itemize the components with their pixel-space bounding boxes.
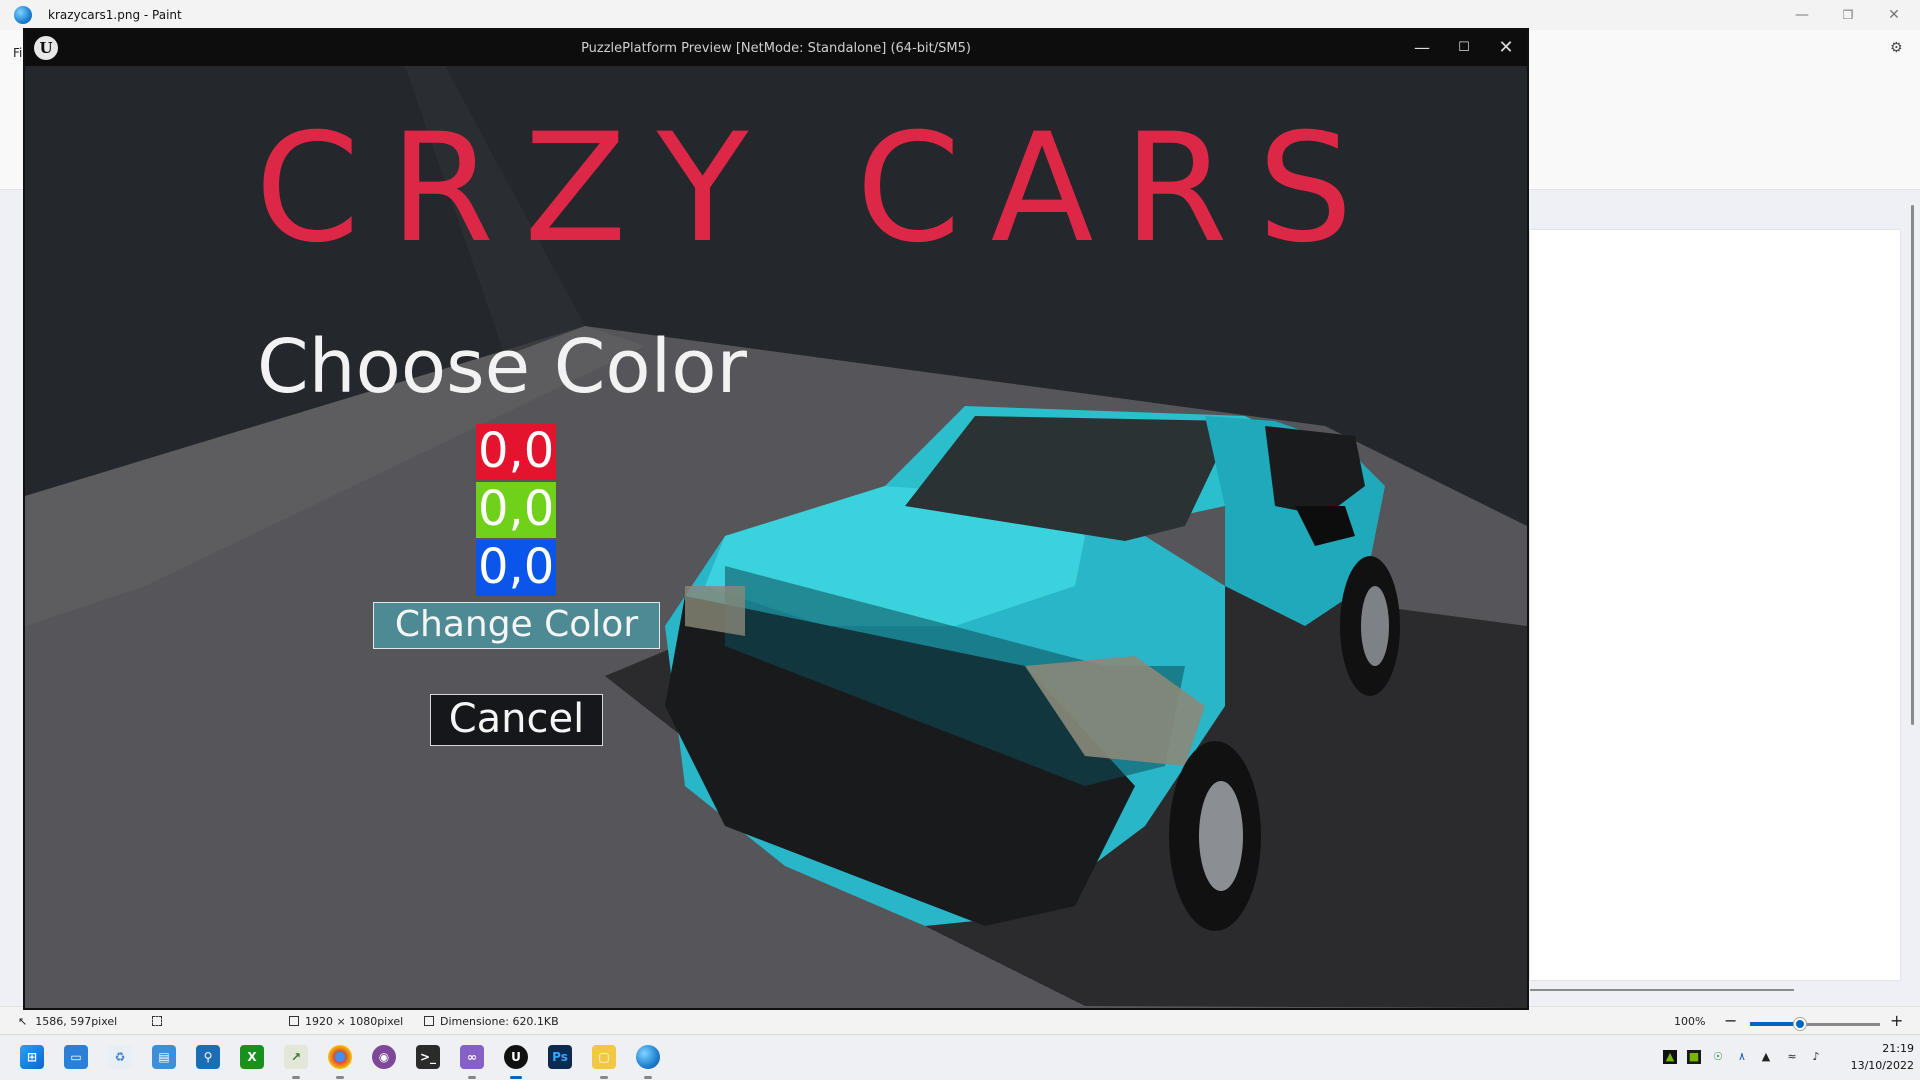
minimize-button[interactable]: — bbox=[1405, 36, 1439, 60]
unreal-window-title: PuzzlePlatform Preview [NetMode: Standal… bbox=[581, 41, 971, 56]
app-running-indicator bbox=[600, 1076, 608, 1079]
clock-date[interactable]: 13/10/2022 bbox=[1842, 1059, 1914, 1072]
paint-minimize-button[interactable]: — bbox=[1782, 4, 1822, 26]
profile-share-icon[interactable]: ⚙ bbox=[1890, 40, 1908, 58]
paint-close-button[interactable]: ✕ bbox=[1874, 4, 1914, 26]
zoom-in-button[interactable]: + bbox=[1890, 1011, 1903, 1030]
photoshop-icon[interactable]: Ps bbox=[548, 1045, 572, 1069]
app-running-indicator bbox=[468, 1076, 476, 1079]
unreal-titlebar[interactable]: U PuzzlePlatform Preview [NetMode: Stand… bbox=[25, 30, 1527, 66]
taskbar: ⊞ ▭ ♻ ▤ ⚲ X ↗ ◉ >_ ∞ U Ps ▢ ▲ ■ ☉ ۸ ▲ ≈ … bbox=[0, 1034, 1920, 1080]
paint-maximize-button[interactable]: ❐ bbox=[1828, 4, 1868, 26]
paint-statusbar: ↖ 1586, 597pixel 1920 × 1080pixel Dimensi… bbox=[0, 1006, 1920, 1034]
app-running-indicator bbox=[292, 1076, 300, 1079]
terminal-icon[interactable]: >_ bbox=[416, 1045, 440, 1069]
nvidia-icon[interactable]: ▲ bbox=[1663, 1050, 1677, 1064]
zoom-out-button[interactable]: − bbox=[1724, 1011, 1737, 1030]
visual-studio-icon[interactable]: ∞ bbox=[460, 1045, 484, 1069]
unreal-preview-window: U PuzzlePlatform Preview [NetMode: Stand… bbox=[23, 28, 1529, 1010]
disk-icon bbox=[424, 1016, 434, 1026]
file-size: Dimensione: 620.1KB bbox=[424, 1015, 559, 1028]
paint-canvas[interactable] bbox=[1530, 230, 1900, 980]
choose-color-heading: Choose Color bbox=[257, 324, 747, 410]
app-running-indicator bbox=[336, 1076, 344, 1079]
cursor-icon: ↖ bbox=[18, 1015, 28, 1028]
game-title: CRZY CARS bbox=[255, 102, 1383, 276]
paint-vertical-scrollbar[interactable] bbox=[1911, 205, 1914, 725]
desktop-icon[interactable]: ▭ bbox=[64, 1045, 88, 1069]
change-color-button[interactable]: Change Color bbox=[373, 602, 660, 649]
zoom-slider-thumb[interactable] bbox=[1794, 1018, 1806, 1030]
unreal-engine-icon[interactable]: U bbox=[504, 1045, 528, 1069]
zoom-slider-fill bbox=[1750, 1022, 1799, 1026]
maximize-button[interactable]: ☐ bbox=[1447, 36, 1481, 60]
cursor-position-text: 1586, 597pixel bbox=[35, 1015, 118, 1028]
app-active-indicator bbox=[510, 1076, 522, 1079]
paint-icon[interactable] bbox=[636, 1045, 660, 1069]
chart-app-icon[interactable]: ↗ bbox=[284, 1045, 308, 1069]
security-icon[interactable]: ☉ bbox=[1711, 1050, 1725, 1064]
zoom-level: 100% bbox=[1674, 1015, 1706, 1028]
paint-horizontal-scrollbar[interactable] bbox=[1530, 989, 1794, 991]
search-magnifier-icon[interactable]: ⚲ bbox=[196, 1045, 220, 1069]
volume-icon[interactable]: ♪ bbox=[1809, 1050, 1823, 1064]
image-size: 1920 × 1080pixel bbox=[289, 1015, 403, 1028]
blue-value-input[interactable]: 0,0 bbox=[476, 540, 556, 596]
xbox-icon[interactable]: X bbox=[240, 1045, 264, 1069]
selection-icon bbox=[152, 1015, 168, 1028]
canvas-size-icon bbox=[289, 1016, 299, 1026]
tor-icon[interactable]: ◉ bbox=[372, 1045, 396, 1069]
cpu-icon[interactable]: ■ bbox=[1687, 1050, 1701, 1064]
paint-titlebar: krazycars1.png - Paint — ❐ ✕ bbox=[0, 0, 1920, 30]
app-running-indicator bbox=[644, 1076, 652, 1079]
bluetooth-icon[interactable]: ۸ bbox=[1735, 1050, 1749, 1064]
green-value-input[interactable]: 0,0 bbox=[476, 482, 556, 538]
paint-file-menu[interactable]: Fi bbox=[13, 46, 22, 60]
photos-icon[interactable]: ▤ bbox=[152, 1045, 176, 1069]
paint-icon bbox=[14, 6, 32, 24]
battery-icon[interactable]: ▲ bbox=[1759, 1050, 1773, 1064]
windows-start-icon[interactable]: ⊞ bbox=[20, 1045, 44, 1069]
close-button[interactable]: ✕ bbox=[1489, 36, 1523, 60]
chrome-icon[interactable] bbox=[328, 1045, 352, 1069]
file-size-text: Dimensione: 620.1KB bbox=[440, 1015, 559, 1028]
game-viewport[interactable]: CRZY CARS Choose Color 0,0 0,0 0,0 Chang… bbox=[25, 66, 1527, 1008]
image-size-text: 1920 × 1080pixel bbox=[305, 1015, 404, 1028]
recycle-icon[interactable]: ♻ bbox=[108, 1045, 132, 1069]
clock-time[interactable]: 21:19 bbox=[1862, 1042, 1914, 1055]
cancel-button[interactable]: Cancel bbox=[430, 694, 603, 746]
paint-window-title: krazycars1.png - Paint bbox=[48, 8, 182, 22]
red-value-input[interactable]: 0,0 bbox=[476, 424, 556, 480]
cursor-position: ↖ 1586, 597pixel bbox=[18, 1015, 117, 1028]
file-explorer-icon[interactable]: ▢ bbox=[592, 1045, 616, 1069]
wifi-icon[interactable]: ≈ bbox=[1785, 1050, 1799, 1064]
